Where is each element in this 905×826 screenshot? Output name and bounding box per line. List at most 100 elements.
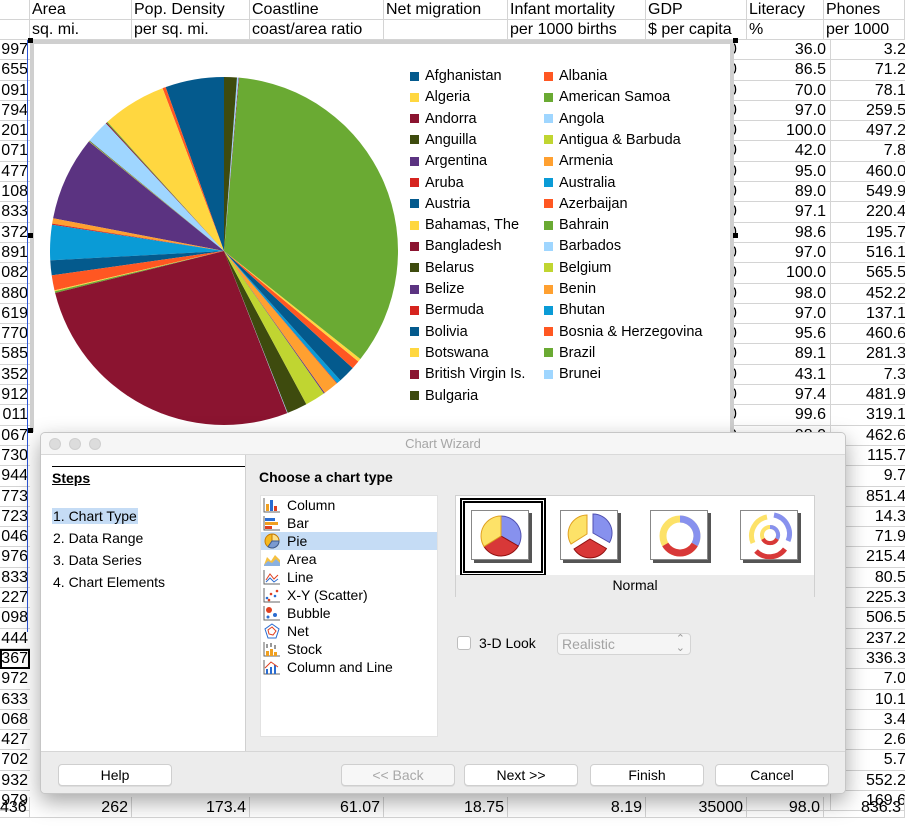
unit-net-migration[interactable]: [384, 20, 508, 40]
chart-object[interactable]: Afghanistan Algeria Andorra Anguilla Argenti…: [30, 40, 734, 432]
cell[interactable]: 444: [0, 629, 30, 649]
three-d-look-checkbox[interactable]: [457, 636, 471, 650]
cell[interactable]: 0: [734, 304, 744, 325]
literacy-cell[interactable]: 97.0: [744, 100, 831, 122]
cell[interactable]: 082: [0, 263, 30, 284]
unit-gdp[interactable]: $ per capita: [646, 20, 747, 40]
cell[interactable]: 0: [734, 263, 744, 284]
cell[interactable]: 8.19: [508, 797, 646, 818]
unit-area[interactable]: sq. mi.: [30, 20, 132, 40]
literacy-cell[interactable]: 98.0: [744, 283, 831, 304]
literacy-cell[interactable]: 99.6: [744, 405, 831, 426]
unit-literacy[interactable]: %: [747, 20, 824, 40]
chart-type-column[interactable]: Column: [261, 496, 437, 514]
cell[interactable]: 880: [0, 284, 30, 304]
resize-handle[interactable]: [28, 38, 33, 43]
cell[interactable]: 98.0: [747, 797, 824, 818]
cell[interactable]: 655: [0, 60, 30, 81]
variant-exploded-pie[interactable]: [550, 498, 636, 576]
phones-cell[interactable]: 137.1: [831, 304, 905, 325]
literacy-cell[interactable]: 97.0: [744, 242, 831, 264]
unit-coastline[interactable]: coast/area ratio: [250, 20, 384, 40]
back-button[interactable]: << Back: [341, 764, 455, 786]
cell[interactable]: 836.3: [824, 797, 905, 818]
step-chart-type[interactable]: 1. Chart Type: [52, 508, 138, 524]
cell[interactable]: 262: [30, 797, 132, 818]
cell[interactable]: 833: [0, 202, 30, 223]
header-area[interactable]: Area: [30, 0, 132, 20]
cell[interactable]: 436: [0, 797, 30, 818]
cell[interactable]: 352: [0, 365, 30, 386]
cell[interactable]: 0: [734, 182, 744, 203]
cancel-button[interactable]: Cancel: [715, 764, 829, 786]
unit-infant-mortality[interactable]: per 1000 births: [508, 20, 646, 40]
step-data-range[interactable]: 2. Data Range: [52, 530, 144, 546]
phones-cell[interactable]: 549.9: [831, 182, 905, 203]
cell[interactable]: 0: [734, 202, 744, 223]
cell[interactable]: 702: [0, 750, 30, 771]
step-data-series[interactable]: 3. Data Series: [52, 552, 143, 568]
phones-cell[interactable]: 78.1: [831, 81, 905, 101]
unit-phones[interactable]: per 1000: [824, 20, 905, 40]
phones-cell[interactable]: 281.3: [831, 344, 905, 365]
literacy-cell[interactable]: 100.0: [744, 263, 831, 284]
header-phones[interactable]: Phones: [824, 0, 905, 20]
cell[interactable]: 173.4: [132, 797, 250, 818]
cell[interactable]: 0: [734, 141, 744, 162]
cell[interactable]: 108: [0, 182, 30, 203]
cell[interactable]: 0: [734, 365, 744, 386]
phones-cell[interactable]: 460.0: [831, 162, 905, 183]
phones-cell[interactable]: 7.3: [831, 365, 905, 386]
literacy-cell[interactable]: 89.1: [744, 344, 831, 365]
cell[interactable]: 427: [0, 730, 30, 751]
literacy-cell[interactable]: 43.1: [744, 364, 831, 386]
cell[interactable]: 912: [0, 385, 30, 406]
variant-exploded-donut[interactable]: [730, 498, 816, 576]
header-gdp[interactable]: GDP: [646, 0, 747, 20]
dialog-titlebar[interactable]: Chart Wizard: [41, 433, 845, 455]
header-coastline[interactable]: Coastline: [250, 0, 384, 20]
chart-type-bubble[interactable]: Bubble: [261, 604, 437, 622]
cell[interactable]: 046: [0, 527, 30, 548]
cell[interactable]: 585: [0, 344, 30, 365]
variant-donut[interactable]: [640, 498, 726, 576]
cell[interactable]: 972: [0, 669, 30, 690]
variant-normal-pie[interactable]: [460, 498, 546, 576]
cell[interactable]: 619: [0, 304, 30, 325]
cell[interactable]: 723: [0, 507, 30, 528]
cell[interactable]: 0: [734, 324, 744, 345]
header-literacy[interactable]: Literacy: [747, 0, 824, 20]
cell[interactable]: 997: [0, 40, 30, 61]
cell[interactable]: 944: [0, 466, 30, 487]
next-button[interactable]: Next >>: [464, 764, 578, 786]
cell[interactable]: 0: [734, 60, 744, 81]
resize-handle[interactable]: [733, 233, 738, 238]
cell[interactable]: 0: [734, 162, 744, 183]
phones-cell[interactable]: 71.2: [831, 60, 905, 81]
chart-type-scatter[interactable]: X-Y (Scatter): [261, 586, 437, 604]
phones-cell[interactable]: 516.1: [831, 243, 905, 264]
phones-cell[interactable]: 319.1: [831, 405, 905, 426]
cell[interactable]: 098: [0, 608, 30, 629]
cell[interactable]: 891: [0, 243, 30, 264]
cell[interactable]: 0: [734, 284, 744, 304]
cell[interactable]: 773: [0, 487, 30, 507]
cell[interactable]: 477: [0, 162, 30, 183]
cell[interactable]: 227: [0, 588, 30, 609]
phones-cell[interactable]: 3.2: [831, 40, 905, 61]
cell[interactable]: 372: [0, 223, 30, 243]
cell[interactable]: 0: [734, 101, 744, 122]
chart-type-bar[interactable]: Bar: [261, 514, 437, 532]
chart-type-net[interactable]: Net: [261, 622, 437, 640]
cell[interactable]: 976: [0, 547, 30, 568]
phones-cell[interactable]: 195.7: [831, 223, 905, 243]
cell[interactable]: 794: [0, 101, 30, 122]
chart-type-pie[interactable]: Pie: [261, 532, 437, 550]
phones-cell[interactable]: 220.4: [831, 202, 905, 223]
three-d-look-option[interactable]: 3-D Look: [457, 635, 536, 651]
cell[interactable]: 932: [0, 771, 30, 791]
literacy-cell[interactable]: 97.4: [744, 385, 831, 406]
literacy-cell[interactable]: 70.0: [744, 80, 831, 101]
literacy-cell[interactable]: 86.5: [744, 60, 831, 81]
cell[interactable]: 61.07: [250, 797, 384, 818]
